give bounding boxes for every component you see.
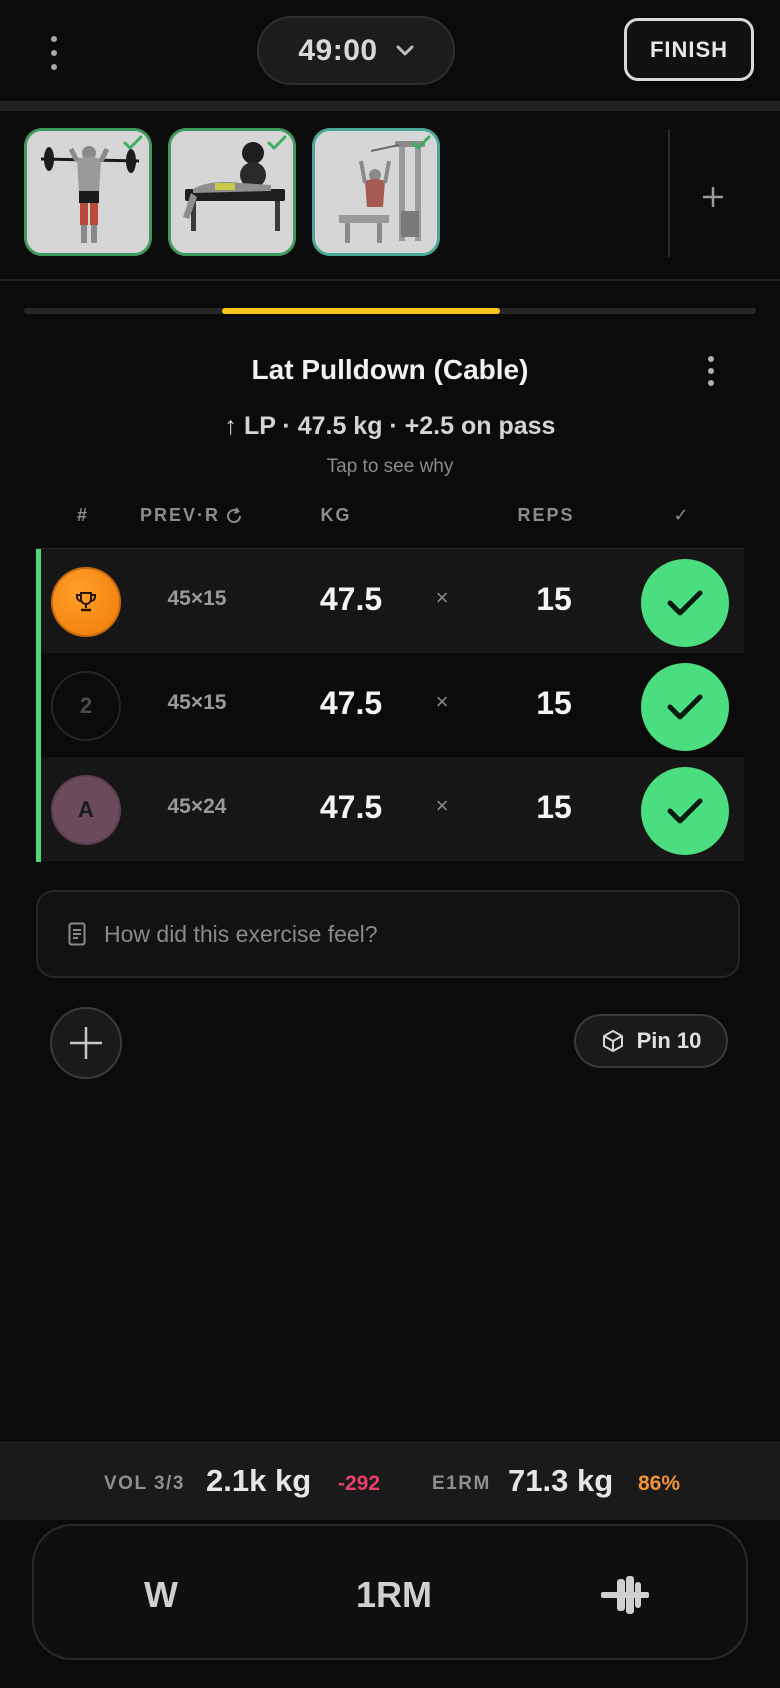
set-kg-value[interactable]: 47.5 [291,789,411,826]
col-header-index: # [76,505,89,525]
set-row: 2 45×15 47.5 × 15 [41,653,744,757]
col-header-kg: KG [320,505,352,525]
set-kg-value[interactable]: 47.5 [291,581,411,618]
set-done-button[interactable] [641,767,729,855]
workout-timer[interactable]: 49:00 [257,16,455,85]
set-done-button[interactable] [641,559,729,647]
top-bar: 49:00 FINISH [0,0,780,102]
set-prev-value[interactable]: 45×15 [149,587,245,611]
e1rm-percent: 86% [638,1472,681,1495]
col-header-prev-label: PREV·R [140,505,221,525]
refresh-icon [227,506,242,523]
plus-icon [70,1027,102,1059]
add-exercise-button[interactable] [693,177,733,217]
e1rm-label: E1RM [432,1473,491,1494]
set-prev-value[interactable]: 45×24 [149,795,245,819]
exercise-thumbnail-2[interactable] [168,128,296,256]
notes-placeholder: How did this exercise feel? [104,920,378,947]
check-icon [667,798,703,824]
set-done-button[interactable] [641,663,729,751]
exercise-title: Lat Pulldown (Cable) [251,354,529,385]
pin-label: Pin 10 [636,1028,702,1053]
check-icon [667,694,703,720]
strip-separator [668,129,670,257]
exercise-progress-bar [24,308,756,314]
pin-button[interactable]: Pin 10 [574,1014,728,1068]
one-rm-button[interactable]: 1RM [344,1570,444,1620]
set-prev-value[interactable]: 45×15 [149,691,245,715]
exercise-menu-icon[interactable] [700,356,722,386]
col-header-reps: REPS [517,505,575,525]
workout-menu-icon[interactable] [42,36,66,70]
plus-icon [703,187,723,207]
barbell-plates-icon [601,1576,649,1614]
sets-table: 45×15 47.5 × 15 2 45×15 47.5 × 15 A 45×2… [36,548,744,862]
set-marker-trophy[interactable] [51,567,121,637]
set-marker-amrap[interactable]: A [51,775,121,845]
chevron-down-icon [396,45,414,55]
progression-hint[interactable]: Tap to see why [0,456,780,478]
set-kg-value[interactable]: 47.5 [291,685,411,722]
volume-value: 2.1k kg [206,1463,312,1498]
exercise-thumbnail-1[interactable] [24,128,152,256]
col-header-prev[interactable]: PREV·R [140,505,244,526]
cube-icon [602,1030,623,1052]
set-row: A 45×24 47.5 × 15 [41,757,744,861]
volume-label: VOL 3/3 [104,1473,185,1494]
times-symbol: × [435,689,449,714]
col-header-done: ✓ [673,505,691,525]
add-set-button[interactable] [50,1007,122,1079]
bottom-toolbar: W 1RM [32,1524,748,1660]
plate-calculator-button[interactable] [590,1570,660,1620]
set-reps-value[interactable]: 15 [514,581,594,618]
exercise-strip [0,111,780,281]
times-symbol: × [435,793,449,818]
set-marker-number[interactable]: 2 [51,671,121,741]
completed-check-icon [411,135,431,150]
timer-text: 49:00 [298,33,378,67]
stats-bar: VOL 3/3 2.1k kg -292 E1RM 71.3 kg 86% [0,1442,780,1520]
completed-check-icon [267,135,287,150]
header-divider [0,101,780,111]
exercise-thumbnail-3[interactable] [312,128,440,256]
times-symbol: × [435,585,449,610]
progression-summary[interactable]: ↑ LP · 47.5 kg · +2.5 on pass [0,412,780,441]
volume-delta: -292 [338,1472,381,1495]
finish-button[interactable]: FINISH [624,18,754,81]
set-reps-value[interactable]: 15 [514,789,594,826]
exercise-progress-fill [221,308,500,314]
set-row: 45×15 47.5 × 15 [41,549,744,653]
exercise-notes-input[interactable]: How did this exercise feel? [36,890,740,978]
set-reps-value[interactable]: 15 [514,685,594,722]
trophy-icon [76,592,96,612]
note-icon [68,922,86,946]
warmup-button[interactable]: W [126,1570,196,1620]
e1rm-value: 71.3 kg [508,1463,614,1498]
completed-check-icon [123,135,143,150]
check-icon [667,590,703,616]
